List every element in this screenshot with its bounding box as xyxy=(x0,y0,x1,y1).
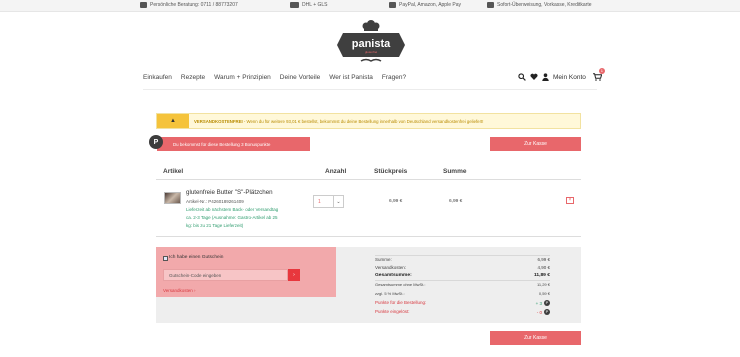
notice-body: - Wenn du für weitere 93,01 € bestellst,… xyxy=(242,118,484,124)
summary-label: Versandkosten: xyxy=(375,265,407,270)
top-info-bar: Persönliche Beratung: 0711 / 88773207 DH… xyxy=(0,0,740,12)
nav-item-wer-ist-panista[interactable]: Wer ist Panista xyxy=(329,74,373,81)
summary-row: Versandkosten: 4,90 € xyxy=(375,265,550,273)
summary-value: 11,29 € xyxy=(536,282,550,287)
main-nav: Einkaufen Rezepte Warum + Prinzipien Dei… xyxy=(143,74,406,81)
header-qty: Anzahl xyxy=(325,168,347,175)
summary-value: - 0 xyxy=(536,309,542,315)
summary-value-wrap: 11,89 € xyxy=(534,273,550,278)
cart-count-badge: 1 xyxy=(598,68,605,74)
summary-divider xyxy=(375,280,550,281)
quantity-select[interactable]: 1 ⌄ xyxy=(313,195,344,208)
header-unit-price: Stückpreis xyxy=(374,168,408,175)
coupon-checkbox-label[interactable]: Ich habe einen Gutschein xyxy=(169,255,223,260)
document-icon xyxy=(487,2,494,8)
summary-row: Punkte eingelöst: - 0P xyxy=(375,309,550,317)
summary-row: Gesamtsumme ohne MwSt.: 11,29 € xyxy=(375,282,550,290)
coupon-submit-button[interactable]: › xyxy=(288,269,300,281)
phone-text: Persönliche Beratung: 0711 / 88773207 xyxy=(150,2,238,8)
panista-logo[interactable]: panista glutenfrei xyxy=(335,17,407,65)
summary-value-wrap: 6,99 € xyxy=(537,257,550,262)
summary-value: + 3 xyxy=(535,300,542,306)
search-icon[interactable] xyxy=(518,73,526,81)
remove-item-button[interactable]: × xyxy=(566,197,574,204)
transfer-text: Sofort-Überweisung, Vorkasse, Kreditkart… xyxy=(497,2,592,8)
summary-value: 6,99 € xyxy=(537,257,550,262)
logo-text: panista xyxy=(352,38,391,50)
summary-value-wrap: 0,59 € xyxy=(539,291,550,296)
phone-icon xyxy=(140,2,147,8)
nav-divider xyxy=(143,89,597,90)
unit-price: 6,99 € xyxy=(389,199,403,204)
summary-label: Punkte eingelöst: xyxy=(375,309,410,314)
payment-info: PayPal, Amazon, Apple Pay xyxy=(389,2,461,8)
quantity-value: 1 xyxy=(318,199,321,205)
paypal-icon xyxy=(389,2,396,8)
summary-row: zzgl. 5 % MwSt.: 0,59 € xyxy=(375,291,550,299)
points-badge-icon: P xyxy=(544,309,550,315)
summary-row: Punkte für die Bestellung: + 3P xyxy=(375,300,550,308)
summary-label: Gesamtsumme: xyxy=(375,273,412,278)
header-sum: Summe xyxy=(443,168,467,175)
bonus-text: Du bekommst für diese Bestellung 3 Bonus… xyxy=(173,141,271,147)
nav-item-fragen[interactable]: Fragen? xyxy=(382,74,406,81)
product-thumbnail[interactable] xyxy=(164,192,181,204)
shipping-costs-link[interactable]: Versandkosten › xyxy=(163,288,196,293)
nav-item-einkaufen[interactable]: Einkaufen xyxy=(143,74,172,81)
checkout-button-bottom[interactable]: Zur Kasse xyxy=(490,331,581,345)
summary-value-wrap: 11,29 € xyxy=(537,282,550,287)
summary-label: Summe: xyxy=(375,257,392,262)
header-icons: Mein Konto 1 xyxy=(518,68,605,81)
transfer-info: Sofort-Überweisung, Vorkasse, Kreditkart… xyxy=(487,2,592,8)
summary-row: Summe: 6,99 € xyxy=(375,257,550,265)
payment-text: PayPal, Amazon, Apple Pay xyxy=(399,2,461,8)
product-name[interactable]: glutenfreie Butter "S"-Plätzchen xyxy=(186,189,273,196)
points-badge-icon: P xyxy=(544,300,550,306)
summary-label: zzgl. 5 % MwSt.: xyxy=(375,291,405,296)
row-total: 6,99 € xyxy=(449,199,463,204)
chevron-down-icon: ⌄ xyxy=(333,196,343,207)
user-icon[interactable] xyxy=(542,73,549,81)
summary-label: Punkte für die Bestellung: xyxy=(375,300,427,305)
cart-icon xyxy=(592,73,603,81)
shipping-info: DHL + GLS xyxy=(290,2,328,8)
summary-value-wrap: + 3P xyxy=(536,300,550,306)
phone-info: Persönliche Beratung: 0711 / 88773207 xyxy=(140,2,238,8)
summary-value: 4,90 € xyxy=(537,265,550,270)
logo-subtext: glutenfrei xyxy=(365,50,378,54)
bonus-points-bar: Du bekommst für diese Bestellung 3 Bonus… xyxy=(157,137,310,151)
summary-value: 11,89 € xyxy=(533,273,550,278)
coupon-code-input[interactable]: Gutschein-Code eingeben xyxy=(163,269,288,281)
coupon-checkbox[interactable] xyxy=(163,256,168,261)
table-header-divider xyxy=(156,179,581,180)
delivery-line-3: kg: bis zu 21 Tage Lieferzeit) xyxy=(186,223,244,228)
summary-value-wrap: - 0P xyxy=(537,309,550,315)
header-item: Artikel xyxy=(163,168,184,175)
nav-item-vorteile[interactable]: Deine Vorteile xyxy=(280,74,320,81)
points-badge-icon: P xyxy=(149,135,163,149)
nav-item-warum[interactable]: Warum + Prinzipien xyxy=(214,74,271,81)
cart-button[interactable]: 1 xyxy=(592,68,605,81)
account-label[interactable]: Mein Konto xyxy=(553,74,586,81)
summary-value-wrap: 4,90 € xyxy=(537,265,550,270)
nav-item-rezepte[interactable]: Rezepte xyxy=(181,74,205,81)
checkout-button-top[interactable]: Zur Kasse xyxy=(490,137,581,151)
notice-title: VERSANDKOSTENFREI xyxy=(194,118,243,124)
summary-divider xyxy=(375,255,550,256)
table-bottom-divider xyxy=(156,236,581,237)
warning-icon: ▲ xyxy=(157,114,189,128)
truck-icon xyxy=(290,2,299,8)
summary-value: 0,59 € xyxy=(538,291,550,296)
product-number: Artikel-Nr.: P4260189261409 xyxy=(186,199,244,204)
summary-label: Gesamtsumme ohne MwSt.: xyxy=(375,282,426,287)
free-shipping-notice: ▲ VERSANDKOSTENFREI - Wenn du für weiter… xyxy=(156,113,581,129)
notice-text: VERSANDKOSTENFREI - Wenn du für weitere … xyxy=(189,119,483,124)
heart-icon[interactable] xyxy=(530,73,538,81)
shipping-text: DHL + GLS xyxy=(302,2,328,8)
